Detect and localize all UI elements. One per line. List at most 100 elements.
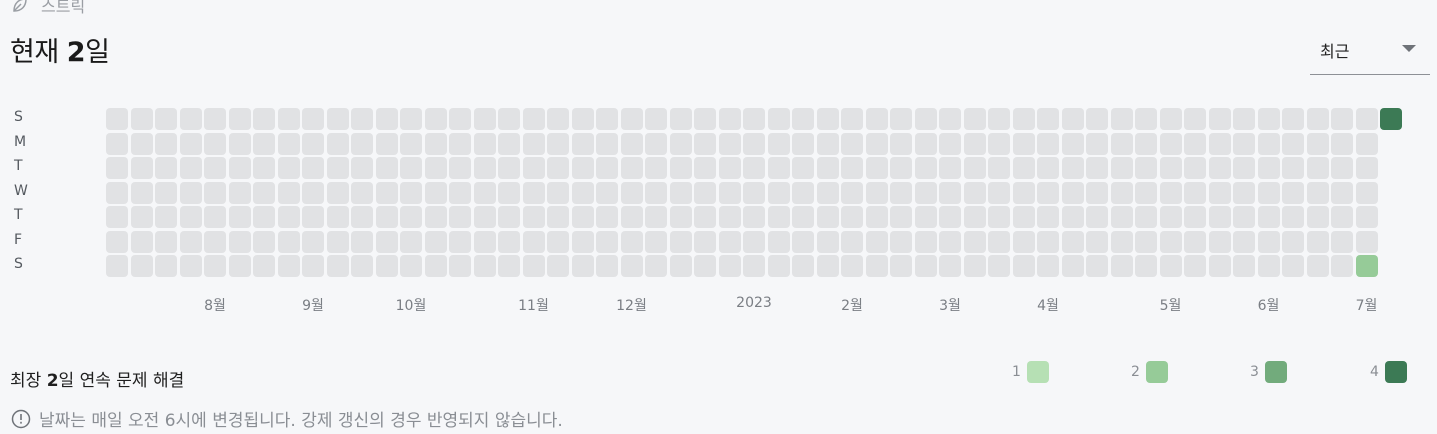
heatmap-cell[interactable] <box>302 157 324 179</box>
heatmap-cell[interactable] <box>914 230 937 253</box>
heatmap-cell[interactable] <box>1012 157 1035 179</box>
heatmap-cell[interactable] <box>963 181 986 204</box>
heatmap-cell[interactable] <box>155 132 177 155</box>
heatmap-cell[interactable] <box>498 157 520 179</box>
heatmap-cell[interactable] <box>547 230 569 253</box>
heatmap-cell[interactable] <box>1184 132 1206 155</box>
heatmap-cell[interactable] <box>694 230 716 253</box>
heatmap-cell[interactable] <box>351 132 373 155</box>
heatmap-cell[interactable] <box>645 181 667 204</box>
heatmap-cell[interactable] <box>620 206 643 228</box>
heatmap-cell[interactable] <box>351 108 373 130</box>
heatmap-cell[interactable] <box>400 181 422 204</box>
heatmap-cell[interactable] <box>277 108 300 130</box>
heatmap-cell[interactable] <box>841 206 863 228</box>
heatmap-cell[interactable] <box>767 255 790 277</box>
heatmap-cell[interactable] <box>277 132 300 155</box>
heatmap-cell[interactable] <box>253 255 275 277</box>
heatmap-cell[interactable] <box>106 157 128 179</box>
heatmap-cell[interactable] <box>767 206 790 228</box>
heatmap-cell[interactable] <box>1355 132 1378 155</box>
heatmap-cell[interactable] <box>939 230 961 253</box>
heatmap-cell[interactable] <box>1110 206 1133 228</box>
heatmap-cell[interactable] <box>179 181 202 204</box>
heatmap-cell[interactable] <box>718 157 741 179</box>
heatmap-cell[interactable] <box>914 132 937 155</box>
heatmap-cell[interactable] <box>130 108 153 130</box>
heatmap-cell[interactable] <box>669 255 692 277</box>
heatmap-cell[interactable] <box>571 108 594 130</box>
heatmap-cell[interactable] <box>1282 181 1304 204</box>
heatmap-cell[interactable] <box>130 132 153 155</box>
heatmap-cell[interactable] <box>400 255 422 277</box>
heatmap-cell[interactable] <box>816 132 839 155</box>
heatmap-cell[interactable] <box>473 255 496 277</box>
heatmap-cell[interactable] <box>571 157 594 179</box>
heatmap-cell[interactable] <box>1159 157 1182 179</box>
heatmap-cell[interactable] <box>1135 157 1157 179</box>
heatmap-cell[interactable] <box>767 108 790 130</box>
heatmap-cell[interactable] <box>400 157 422 179</box>
heatmap-cell[interactable] <box>865 206 888 228</box>
heatmap-cell[interactable] <box>522 255 545 277</box>
heatmap-cell[interactable] <box>1233 230 1255 253</box>
heatmap-cell[interactable] <box>718 132 741 155</box>
heatmap-cell[interactable] <box>1159 132 1182 155</box>
heatmap-cell[interactable] <box>1355 255 1378 277</box>
heatmap-cell[interactable] <box>816 181 839 204</box>
heatmap-cell[interactable] <box>400 230 422 253</box>
heatmap-cell[interactable] <box>179 230 202 253</box>
heatmap-cell[interactable] <box>522 206 545 228</box>
heatmap-cell[interactable] <box>1159 108 1182 130</box>
heatmap-cell[interactable] <box>424 108 447 130</box>
heatmap-cell[interactable] <box>841 255 863 277</box>
heatmap-cell[interactable] <box>547 206 569 228</box>
heatmap-cell[interactable] <box>473 181 496 204</box>
heatmap-cell[interactable] <box>669 132 692 155</box>
heatmap-cell[interactable] <box>228 181 251 204</box>
heatmap-cell[interactable] <box>1135 206 1157 228</box>
heatmap-cell[interactable] <box>547 108 569 130</box>
heatmap-cell[interactable] <box>424 132 447 155</box>
heatmap-cell[interactable] <box>424 206 447 228</box>
heatmap-cell[interactable] <box>473 206 496 228</box>
heatmap-cell[interactable] <box>1331 230 1353 253</box>
heatmap-cell[interactable] <box>1135 132 1157 155</box>
heatmap-cell[interactable] <box>1110 108 1133 130</box>
heatmap-cell[interactable] <box>669 206 692 228</box>
heatmap-cell[interactable] <box>1208 230 1231 253</box>
heatmap-cell[interactable] <box>767 181 790 204</box>
heatmap-cell[interactable] <box>498 230 520 253</box>
heatmap-cell[interactable] <box>522 108 545 130</box>
heatmap-cell[interactable] <box>841 181 863 204</box>
heatmap-cell[interactable] <box>302 255 324 277</box>
heatmap-cell[interactable] <box>106 255 128 277</box>
heatmap-cell[interactable] <box>718 181 741 204</box>
heatmap-cell[interactable] <box>620 181 643 204</box>
heatmap-cell[interactable] <box>963 230 986 253</box>
heatmap-cell[interactable] <box>1331 108 1353 130</box>
heatmap-cell[interactable] <box>645 206 667 228</box>
heatmap-cell[interactable] <box>1306 108 1329 130</box>
heatmap-cell[interactable] <box>596 255 618 277</box>
heatmap-cell[interactable] <box>1159 181 1182 204</box>
heatmap-cell[interactable] <box>1306 157 1329 179</box>
heatmap-cell[interactable] <box>130 157 153 179</box>
heatmap-cell[interactable] <box>106 132 128 155</box>
heatmap-cell[interactable] <box>351 206 373 228</box>
heatmap-cell[interactable] <box>326 230 349 253</box>
heatmap-cell[interactable] <box>1012 108 1035 130</box>
heatmap-cell[interactable] <box>865 132 888 155</box>
heatmap-cell[interactable] <box>1184 181 1206 204</box>
heatmap-cell[interactable] <box>449 206 471 228</box>
heatmap-cell[interactable] <box>571 255 594 277</box>
heatmap-cell[interactable] <box>767 132 790 155</box>
heatmap-cell[interactable] <box>1331 132 1353 155</box>
heatmap-cell[interactable] <box>890 255 912 277</box>
heatmap-cell[interactable] <box>841 108 863 130</box>
heatmap-cell[interactable] <box>326 181 349 204</box>
heatmap-cell[interactable] <box>1184 108 1206 130</box>
heatmap-cell[interactable] <box>204 206 226 228</box>
heatmap-cell[interactable] <box>1184 157 1206 179</box>
heatmap-cell[interactable] <box>1061 132 1084 155</box>
